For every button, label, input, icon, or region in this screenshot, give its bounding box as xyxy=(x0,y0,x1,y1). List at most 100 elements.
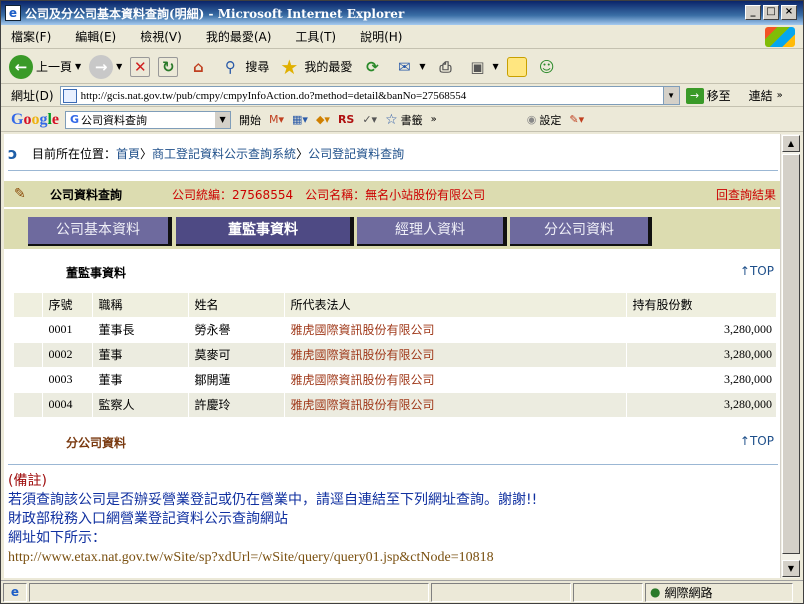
home-button[interactable]: ⌂ xyxy=(186,55,210,79)
menu-tools[interactable]: 工具(T) xyxy=(295,28,336,45)
discuss-button[interactable] xyxy=(506,56,527,77)
tab-directors[interactable]: 董監事資料 xyxy=(176,217,354,246)
messenger-button[interactable]: ☺ xyxy=(535,55,559,79)
table-cell-seq: 0003 xyxy=(42,366,93,392)
chevron-down-icon[interactable]: ▼ xyxy=(493,62,499,71)
calendar-icon[interactable]: ▦▾ xyxy=(292,113,308,126)
history-icon: ⟳ xyxy=(366,57,379,76)
table-cell-shares: 3,280,000 xyxy=(626,391,777,417)
ie-icon: e xyxy=(5,5,21,21)
note-icon xyxy=(506,56,527,77)
scroll-thumb[interactable] xyxy=(782,154,800,554)
breadcrumb-prefix: 目前所在位置： xyxy=(32,146,117,161)
table-header-seq: 序號 xyxy=(42,293,93,317)
refresh-button[interactable]: ↻ xyxy=(158,56,179,77)
chevron-down-icon[interactable]: ▼ xyxy=(75,62,81,71)
chevron-right-icon[interactable]: » xyxy=(431,114,437,125)
menu-help[interactable]: 說明(H) xyxy=(360,28,402,45)
search-button[interactable]: ⚲ 搜尋 xyxy=(218,55,270,79)
status-bar: e ● 網際網路 xyxy=(1,580,803,603)
address-input[interactable]: http://gcis.nat.gov.tw/pub/cmpy/cmpyInfo… xyxy=(59,86,680,105)
tab-managers[interactable]: 經理人資料 xyxy=(357,217,507,246)
status-text-cell xyxy=(29,582,429,602)
breadcrumb-system-link[interactable]: 商工登記資料公示查詢系統 xyxy=(152,145,296,162)
scroll-up-icon[interactable]: ▲ xyxy=(782,135,800,152)
directors-table: 序號 職稱 姓名 所代表法人 持有股份數 0001 董事長 勞永譽 雅虎國際資訊… xyxy=(14,293,777,417)
gmail-icon[interactable]: M▾ xyxy=(269,113,284,126)
history-button[interactable]: ⟳ xyxy=(360,55,384,79)
bookmarks-label: 書籤 xyxy=(400,113,423,127)
table-cell-title: 董事 xyxy=(92,366,189,392)
spellcheck-icon[interactable]: ✓▾ xyxy=(362,113,377,126)
edit-button[interactable]: ▣ ▼ xyxy=(466,55,499,79)
chevron-down-icon[interactable]: ▼ xyxy=(215,111,231,128)
scroll-down-icon[interactable]: ▼ xyxy=(782,560,800,577)
table-cell-name: 勞永譽 xyxy=(188,316,285,342)
edit-icon: ▣ xyxy=(470,57,485,76)
table-cell-name: 許慶玲 xyxy=(188,391,285,417)
popup-blocker-icon[interactable]: ◆▾ xyxy=(316,113,330,126)
notes: (備註) 若須查詢該公司是否辦妥營業登記或仍在營業中，請逕自連結至下列網址查詢。… xyxy=(8,472,537,567)
chevron-right-icon[interactable]: » xyxy=(777,90,783,101)
top-link[interactable]: ↑TOP xyxy=(740,434,774,448)
notes-line3: 網址如下所示： xyxy=(8,530,106,546)
mail-button[interactable]: ✉ ▼ xyxy=(392,55,425,79)
google-g-icon: G xyxy=(70,113,80,126)
settings-label: 設定 xyxy=(539,113,562,127)
back-button[interactable]: ← 上一頁 ▼ xyxy=(9,54,81,79)
stop-button[interactable]: ✕ xyxy=(130,56,151,77)
stop-icon: ✕ xyxy=(130,56,151,77)
back-label: 上一頁 xyxy=(36,60,73,74)
vertical-scrollbar[interactable]: ▲ ▼ xyxy=(780,134,800,578)
table-header-row: 序號 職稱 姓名 所代表法人 持有股份數 xyxy=(14,293,777,317)
status-cell xyxy=(431,582,571,602)
google-start-button[interactable]: 開始 xyxy=(239,112,261,128)
top-link[interactable]: ↑TOP xyxy=(740,264,774,278)
chevron-down-icon[interactable]: ▼ xyxy=(419,62,425,71)
settings-button[interactable]: ◉ 設定 xyxy=(527,112,562,128)
print-icon: ⎙ xyxy=(439,57,452,76)
table-row: 0003 董事 鄒開蓮 雅虎國際資訊股份有限公司 3,280,000 xyxy=(14,366,777,392)
table-row: 0002 董事 莫麥可 雅虎國際資訊股份有限公司 3,280,000 xyxy=(14,341,777,367)
favorites-button[interactable]: ★ 我的最愛 xyxy=(277,55,352,79)
bookmarks-button[interactable]: ☆ 書籤 xyxy=(385,112,423,128)
maximize-button[interactable]: □ xyxy=(763,5,779,20)
menu-view[interactable]: 檢視(V) xyxy=(140,28,182,45)
links-button[interactable]: 連結 xyxy=(749,87,773,104)
translate-icon[interactable]: ✎▾ xyxy=(569,113,584,126)
breadcrumb-home-link[interactable]: 首頁 xyxy=(116,145,140,162)
chevron-down-icon[interactable]: ▼ xyxy=(116,62,122,71)
forward-button[interactable]: → ▼ xyxy=(89,54,122,79)
notes-line1: 若須查詢該公司是否辦妥營業登記或仍在營業中，請逕自連結至下列網址查詢。謝謝!! xyxy=(8,492,538,508)
notes-url-link[interactable]: http://www.etax.nat.gov.tw/wSite/sp?xdUr… xyxy=(8,548,537,567)
return-to-results-link[interactable]: 回查詢結果 xyxy=(716,186,776,203)
search-label: 搜尋 xyxy=(245,60,270,74)
menu-edit[interactable]: 編輯(E) xyxy=(75,28,116,45)
breadcrumb-current-link[interactable]: 公司登記資料查詢 xyxy=(308,145,404,162)
table-cell-shares: 3,280,000 xyxy=(626,341,777,367)
go-button[interactable]: → 移至 xyxy=(685,87,731,104)
tab-company-basic[interactable]: 公司基本資料 xyxy=(28,217,172,246)
close-button[interactable]: × xyxy=(781,5,797,20)
section-title-directors: 董監事資料 xyxy=(66,266,127,280)
google-search-input[interactable]: G 公司資料查詢 ▼ xyxy=(65,110,232,129)
table-cell-title: 董事 xyxy=(92,341,189,367)
messenger-icon: ☺ xyxy=(538,57,555,76)
table-row: 0001 董事長 勞永譽 雅虎國際資訊股份有限公司 3,280,000 xyxy=(14,316,777,342)
table-cell-blank xyxy=(14,341,43,367)
table-header-title: 職稱 xyxy=(92,293,189,317)
tab-branches[interactable]: 分公司資料 xyxy=(510,217,652,246)
print-button[interactable]: ⎙ xyxy=(434,55,458,79)
minimize-button[interactable]: _ xyxy=(745,5,761,20)
google-logo: Google xyxy=(11,110,60,128)
table-header-blank xyxy=(14,293,43,317)
table-cell-representative: 雅虎國際資訊股份有限公司 xyxy=(284,341,627,367)
table-cell-representative: 雅虎國際資訊股份有限公司 xyxy=(284,391,627,417)
table-cell-seq: 0004 xyxy=(42,391,93,417)
menu-favorites[interactable]: 我的最愛(A) xyxy=(206,28,272,45)
chevron-down-icon[interactable]: ▼ xyxy=(662,87,679,104)
rs-button[interactable]: RS xyxy=(338,113,354,126)
settings-icon: ◉ xyxy=(526,113,537,126)
google-search-value: 公司資料查詢 xyxy=(81,113,148,127)
menu-file[interactable]: 檔案(F) xyxy=(11,28,51,45)
